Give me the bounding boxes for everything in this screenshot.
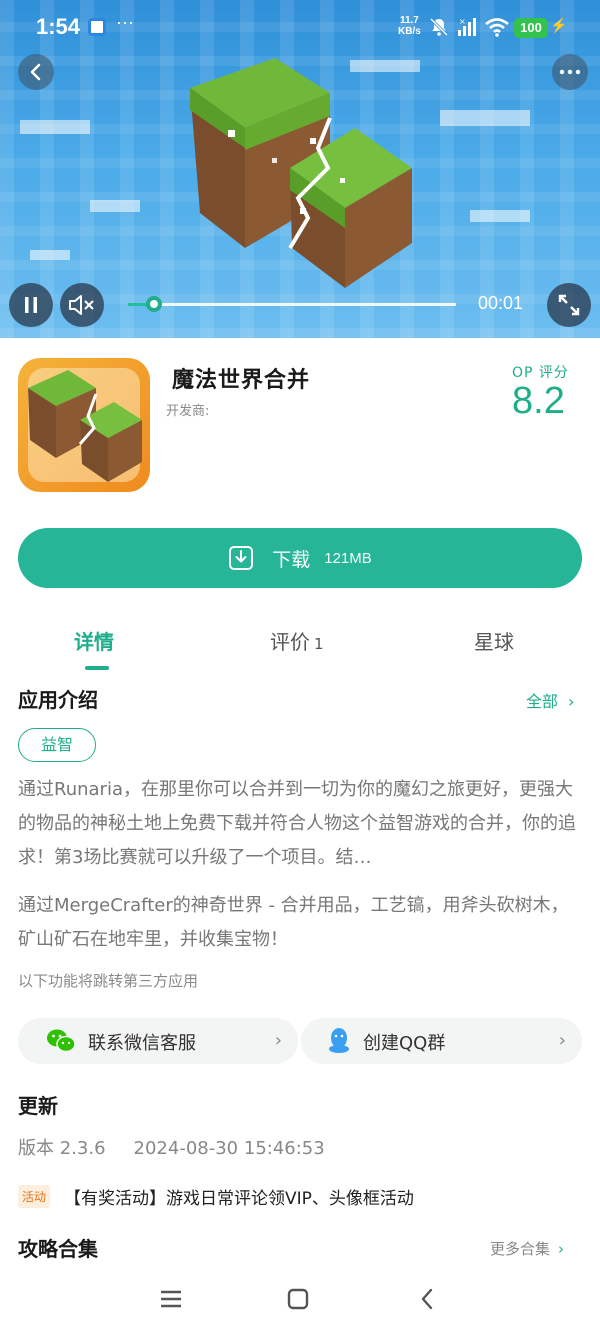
status-time: 1:54 <box>36 14 81 39</box>
tab-review[interactable]: 评价 1 <box>270 626 324 655</box>
activity-banner[interactable]: 活动 【有奖活动】游戏日常评论领VIP、头像框活动 <box>18 1184 414 1209</box>
system-navigation-bar <box>0 1270 600 1333</box>
developer-label: 开发商: <box>166 404 210 419</box>
pause-icon <box>25 297 37 313</box>
video-progress-bar[interactable] <box>128 296 456 312</box>
create-qq-group-button[interactable]: 创建QQ群 › <box>301 1018 582 1064</box>
system-back-button[interactable] <box>412 1284 442 1314</box>
fullscreen-button[interactable] <box>547 283 591 327</box>
tab-review-label: 评价 <box>270 630 310 654</box>
network-speed-unit: KB/s <box>398 26 421 37</box>
pause-button[interactable] <box>9 283 53 327</box>
back-button[interactable] <box>18 54 54 90</box>
download-icon <box>229 546 254 570</box>
video-progress-knob[interactable] <box>146 296 163 312</box>
chevron-right-icon: › <box>274 1030 282 1051</box>
chevron-right-icon: › <box>558 1240 565 1258</box>
pixel-cloud <box>440 110 530 126</box>
update-section-title: 更新 <box>18 1094 58 1118</box>
back-chevron-icon <box>421 1288 433 1310</box>
contact-wechat-button[interactable]: 联系微信客服 › <box>18 1018 298 1064</box>
grass-block-illustration <box>190 58 412 288</box>
wechat-icon <box>47 1029 76 1053</box>
app-icon <box>18 358 150 492</box>
chevron-right-icon: › <box>558 1030 566 1051</box>
third-party-note: 以下功能将跳转第三方应用 <box>18 972 199 990</box>
intro-section-title: 应用介绍 <box>18 688 98 712</box>
active-tab-indicator <box>85 666 109 670</box>
op-score-label: OP 评分 <box>512 365 569 381</box>
charging-bolt-icon: ⚡ <box>550 17 568 33</box>
network-speed: 11.7 KB/s <box>398 15 421 37</box>
download-button[interactable]: 下载 121MB <box>18 528 582 588</box>
detail-tabs: 详情 评价 1 星球 <box>0 622 600 672</box>
category-tag[interactable]: 益智 <box>18 728 97 762</box>
contact-wechat-label: 联系微信客服 <box>88 1033 196 1054</box>
tab-planet[interactable]: 星球 <box>474 626 514 655</box>
version-number: 版本 2.3.6 <box>18 1138 106 1159</box>
video-player[interactable]: 1:54 ··· 11.7 KB/s × 100 ⚡ 00:01 <box>0 0 600 338</box>
op-score-value: 8.2 <box>512 380 565 422</box>
status-more-dots: ··· <box>116 12 134 32</box>
menu-icon <box>161 1290 181 1308</box>
download-label: 下载 <box>272 548 311 571</box>
more-horizontal-icon <box>559 69 581 75</box>
download-size: 121MB <box>324 549 372 567</box>
mute-bell-icon <box>429 17 449 37</box>
tab-review-count: 1 <box>314 635 324 653</box>
notification-app-icon <box>88 18 106 36</box>
recent-apps-button[interactable] <box>156 1284 186 1314</box>
mute-toggle-button[interactable] <box>60 283 104 327</box>
speaker-muted-icon <box>69 295 94 315</box>
version-info: 版本 2.3.6 2024-08-30 15:46:53 <box>18 1134 325 1160</box>
view-all-label: 全部 <box>526 692 559 711</box>
video-current-time: 00:01 <box>478 293 524 313</box>
more-options-button[interactable] <box>552 54 588 90</box>
pixel-cloud <box>90 200 140 212</box>
view-all-intro-link[interactable]: 全部 › <box>526 688 574 712</box>
network-speed-value: 11.7 <box>399 15 419 26</box>
more-guides-label: 更多合集 <box>490 1240 551 1258</box>
create-qq-group-label: 创建QQ群 <box>363 1033 446 1054</box>
description-paragraph-1: 通过Runaria，在那里你可以合并到一切为你的魔幻之旅更好，更强大的物品的神秘… <box>18 779 576 868</box>
guides-section-title: 攻略合集 <box>18 1237 98 1261</box>
qq-penguin-icon <box>329 1028 349 1053</box>
cell-signal-icon: × <box>458 17 476 36</box>
activity-text: 【有奖活动】游戏日常评论领VIP、头像框活动 <box>64 1189 414 1209</box>
pixel-cloud <box>20 120 90 134</box>
activity-badge: 活动 <box>18 1185 51 1208</box>
more-guides-link[interactable]: 更多合集 › <box>490 1238 564 1259</box>
tab-details[interactable]: 详情 <box>74 626 114 655</box>
wifi-icon <box>485 18 509 37</box>
update-date: 2024-08-30 15:46:53 <box>133 1138 325 1159</box>
chevron-right-icon: › <box>568 692 575 711</box>
app-name: 魔法世界合并 <box>172 368 311 393</box>
svg-text:×: × <box>459 17 466 26</box>
expand-icon <box>558 294 580 316</box>
pixel-cloud <box>30 250 70 260</box>
description-paragraph-2: 通过MergeCrafter的神奇世界 - 合并用品，工艺镐，用斧头砍树木，矿山… <box>18 895 569 950</box>
app-icon-grass-blocks <box>28 368 142 482</box>
battery-indicator: 100 <box>514 18 548 38</box>
home-button[interactable] <box>283 1284 313 1314</box>
chevron-left-icon <box>30 63 41 81</box>
home-square-icon <box>287 1288 309 1310</box>
pixel-cloud <box>470 210 530 222</box>
